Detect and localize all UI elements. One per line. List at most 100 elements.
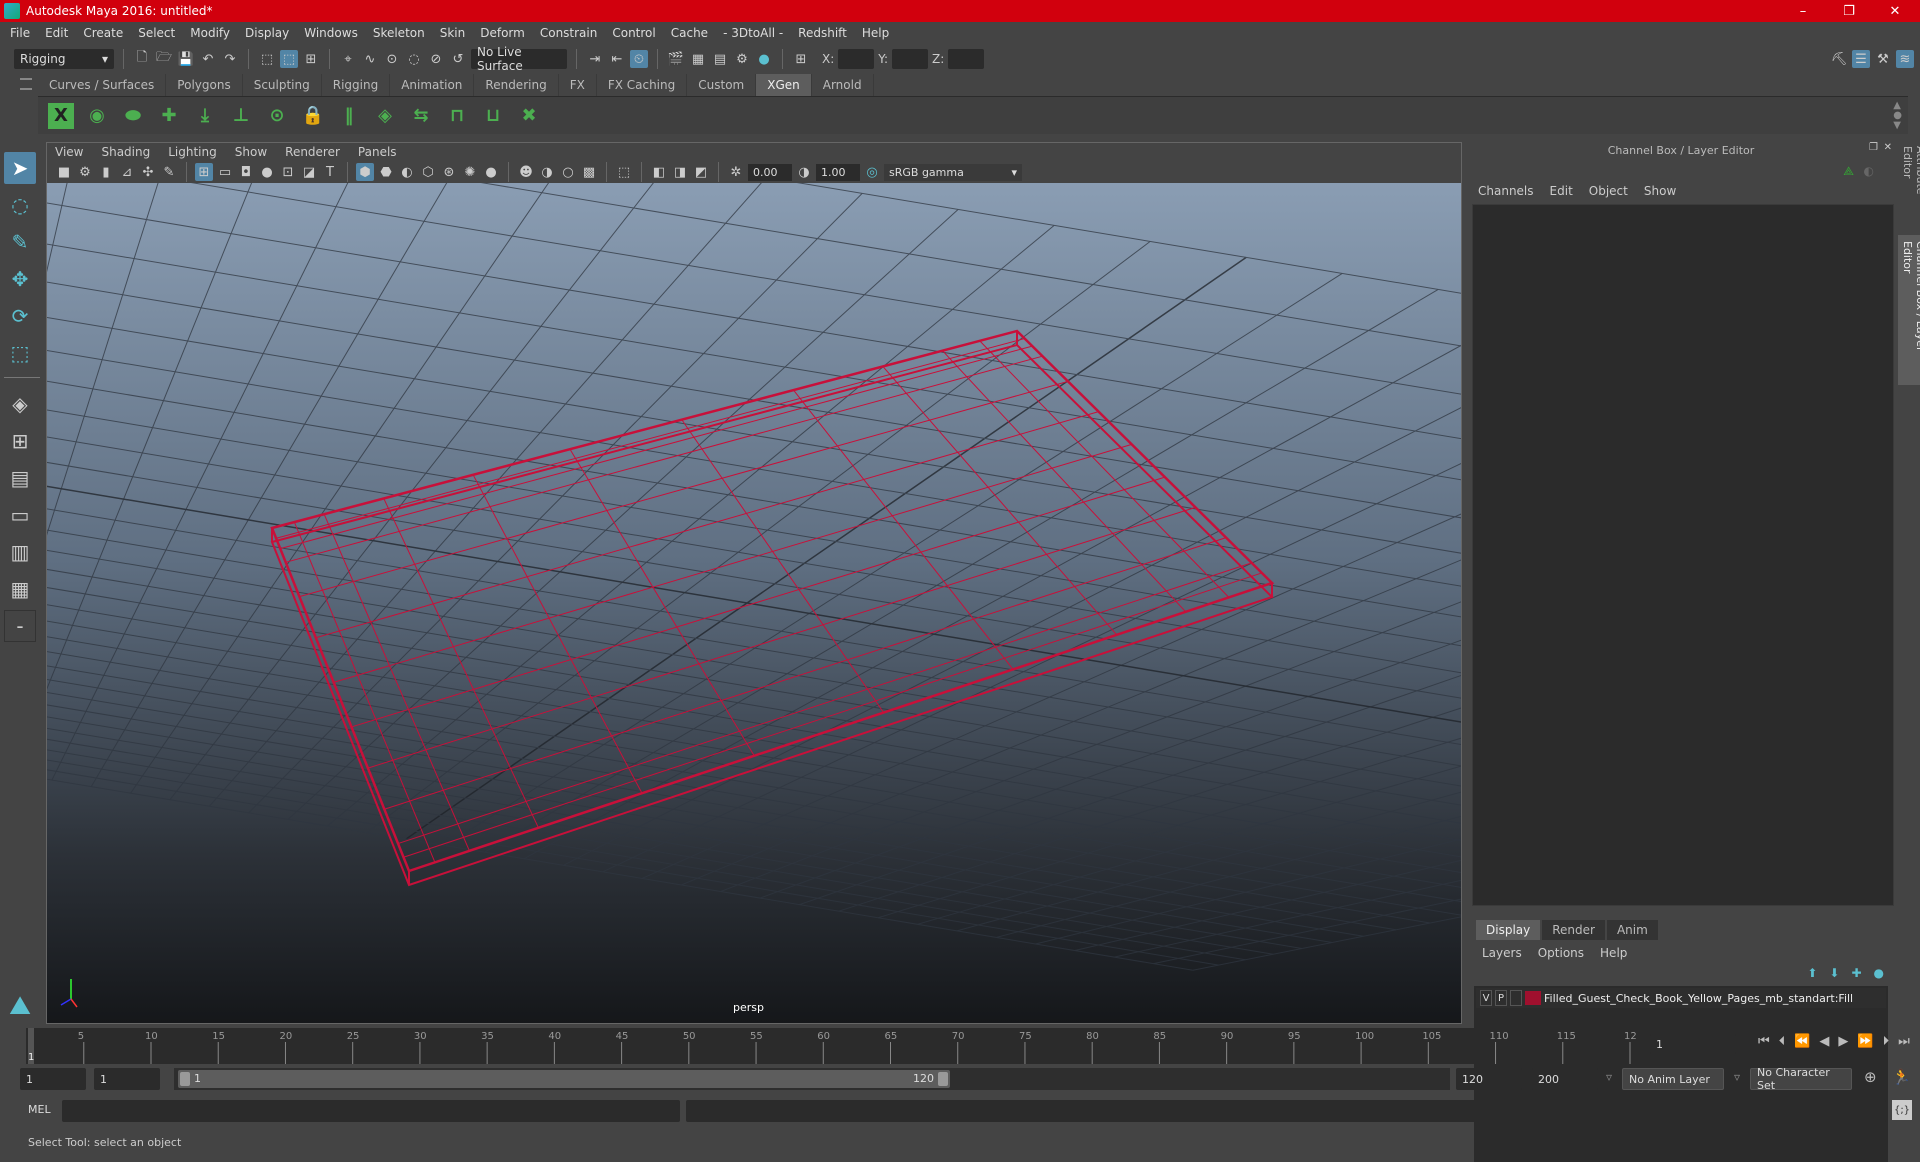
textured-icon[interactable]: ⊛ — [440, 163, 458, 181]
layer-tab-anim[interactable]: Anim — [1606, 920, 1658, 940]
scale-tool-icon[interactable]: ⬚ — [4, 337, 36, 369]
shelf-tab-xgen[interactable]: XGen — [756, 74, 812, 96]
save-scene-icon[interactable]: 💾 — [177, 50, 195, 68]
close-panel-icon[interactable]: ✕ — [1884, 142, 1892, 153]
snap-view-plane-icon[interactable]: ◌ — [405, 50, 423, 68]
layer-menu-layers[interactable]: Layers — [1482, 946, 1522, 960]
camera-view-icon[interactable]: ◩ — [692, 163, 710, 181]
range-start-handle[interactable] — [180, 1072, 190, 1086]
attribute-editor-tab[interactable]: Attribute Editor — [1898, 140, 1920, 235]
construction-history-icon[interactable]: ⏲ — [630, 50, 648, 68]
layer-playback-toggle[interactable]: P — [1495, 990, 1507, 1006]
menu-modify[interactable]: Modify — [190, 26, 230, 40]
layer-visibility-toggle[interactable]: V — [1480, 990, 1492, 1006]
paint-select-tool-icon[interactable]: ✎ — [4, 226, 36, 258]
custom-layout-icon[interactable]: - — [4, 610, 36, 642]
minimize-button[interactable]: – — [1780, 0, 1826, 22]
layer-tab-render[interactable]: Render — [1542, 920, 1605, 940]
xgen-editor-icon[interactable]: X — [48, 102, 74, 129]
gate-mask-icon[interactable]: ● — [258, 163, 276, 181]
menu-file[interactable]: File — [10, 26, 30, 40]
xgen-lock-icon[interactable]: 🔒 — [300, 103, 326, 129]
live-surface-field[interactable]: No Live Surface — [471, 45, 567, 73]
shelf-menu-icon[interactable] — [20, 78, 32, 90]
xgen-add-primitive-icon[interactable]: ⊥ — [228, 103, 254, 129]
new-layer-selected-icon[interactable]: ● — [1874, 966, 1884, 980]
hypershade-layout-icon[interactable]: ▥ — [4, 536, 36, 568]
menu-deform[interactable]: Deform — [480, 26, 525, 40]
viewport-menu-view[interactable]: View — [55, 145, 83, 159]
channel-list[interactable] — [1472, 204, 1894, 906]
layer-color-swatch[interactable] — [1525, 991, 1541, 1005]
layer-display-type-toggle[interactable] — [1510, 990, 1522, 1006]
input-ops-icon[interactable]: ⇥ — [586, 50, 604, 68]
depth-of-field-icon[interactable]: ▩ — [580, 163, 598, 181]
shelf-tab-polygons[interactable]: Polygons — [166, 74, 243, 96]
shelf-tab-arnold[interactable]: Arnold — [812, 74, 874, 96]
play-forwards-icon[interactable]: ▶ — [1838, 1034, 1848, 1049]
x-field[interactable] — [838, 49, 875, 69]
field-chart-icon[interactable]: ⊡ — [279, 163, 297, 181]
color-space-dropdown[interactable]: sRGB gamma ▾ — [884, 163, 1022, 181]
motion-blur-icon[interactable]: ◑ — [538, 163, 556, 181]
xgen-split-icon[interactable]: ‖ — [336, 103, 362, 129]
2d-pan-zoom-icon[interactable]: ✣ — [139, 163, 157, 181]
shadows-icon[interactable]: ● — [482, 163, 500, 181]
z-field[interactable] — [948, 49, 985, 69]
smooth-shade-icon[interactable]: ⬣ — [377, 163, 395, 181]
play-backwards-icon[interactable]: ◀ — [1819, 1034, 1829, 1049]
graph-editor-layout-icon[interactable]: ▭ — [4, 499, 36, 531]
snap-grid-icon[interactable]: ⌖ — [339, 50, 357, 68]
shelf-tab-custom[interactable]: Custom — [687, 74, 757, 96]
grease-pencil-icon[interactable]: ✎ — [160, 163, 178, 181]
viewport-menu-panels[interactable]: Panels — [358, 145, 397, 159]
outliner-persp-layout-icon[interactable]: ▤ — [4, 462, 36, 494]
camera-attributes-icon[interactable]: ⚙ — [76, 163, 94, 181]
menu-select[interactable]: Select — [138, 26, 175, 40]
layer-row[interactable]: V P Filled_Guest_Check_Book_Yellow_Pages… — [1476, 988, 1886, 1008]
current-frame-field[interactable]: 1 — [1650, 1034, 1736, 1054]
axis-gizmo-icon[interactable]: ⟁ — [1843, 164, 1854, 179]
xgen-place-icon[interactable]: ⤓ — [192, 103, 218, 129]
channel-box-menu-object[interactable]: Object — [1589, 184, 1628, 204]
select-component-icon[interactable]: ⊞ — [302, 50, 320, 68]
four-view-layout-icon[interactable]: ⊞ — [4, 425, 36, 457]
attribute-editor-toggle-icon[interactable]: ☰ — [1852, 50, 1870, 68]
menu-help[interactable]: Help — [862, 26, 889, 40]
move-layer-down-icon[interactable]: ⬇ — [1829, 966, 1839, 980]
gamma-icon[interactable]: ◑ — [795, 163, 813, 181]
menu-control[interactable]: Control — [612, 26, 655, 40]
use-all-lights-icon[interactable]: ✺ — [461, 163, 479, 181]
camera-select-icon[interactable]: ■ — [55, 163, 73, 181]
new-scene-icon[interactable]: 🗋 — [133, 50, 151, 68]
menu-display[interactable]: Display — [245, 26, 289, 40]
animation-end-field[interactable]: 200 — [1532, 1068, 1598, 1090]
channel-box-menu-show[interactable]: Show — [1644, 184, 1676, 204]
snap-curve-icon[interactable]: ∿ — [361, 50, 379, 68]
manipulator-icon[interactable]: ◐ — [1864, 164, 1874, 178]
select-tool-icon[interactable]: ➤ — [4, 152, 36, 184]
command-input[interactable] — [62, 1100, 680, 1122]
exposure-field[interactable]: 0.00 — [748, 163, 792, 181]
layer-menu-options[interactable]: Options — [1538, 946, 1584, 960]
character-set-chevron-icon[interactable]: ▿ — [1734, 1070, 1740, 1084]
step-forward-frame-icon[interactable]: ⏵ — [1883, 1034, 1890, 1049]
step-back-key-icon[interactable]: ⏪ — [1794, 1034, 1810, 1049]
grid-toggle-icon[interactable]: ⊞ — [195, 163, 213, 181]
xgen-select-icon[interactable]: ⊓ — [444, 103, 470, 129]
ipr-render-icon[interactable]: ▤ — [711, 50, 729, 68]
move-tool-icon[interactable]: ✥ — [4, 263, 36, 295]
safe-action-icon[interactable]: ◪ — [300, 163, 318, 181]
layer-menu-help[interactable]: Help — [1600, 946, 1627, 960]
shelf-tab-sculpting[interactable]: Sculpting — [243, 74, 322, 96]
render-settings-icon[interactable]: ⚙ — [733, 50, 751, 68]
safe-title-icon[interactable]: T — [321, 163, 339, 181]
viewport-menu-lighting[interactable]: Lighting — [168, 145, 217, 159]
hypershade-icon[interactable]: ● — [755, 50, 773, 68]
range-slider-handle[interactable]: 1 120 — [178, 1070, 950, 1088]
maximize-button[interactable]: ❐ — [1826, 0, 1872, 22]
xgen-flip-icon[interactable]: ⇆ — [408, 103, 434, 129]
shelf-tab-rendering[interactable]: Rendering — [474, 74, 559, 96]
tool-settings-icon[interactable]: ⚒ — [1874, 50, 1892, 68]
screen-space-ao-icon[interactable]: ☻ — [517, 163, 535, 181]
